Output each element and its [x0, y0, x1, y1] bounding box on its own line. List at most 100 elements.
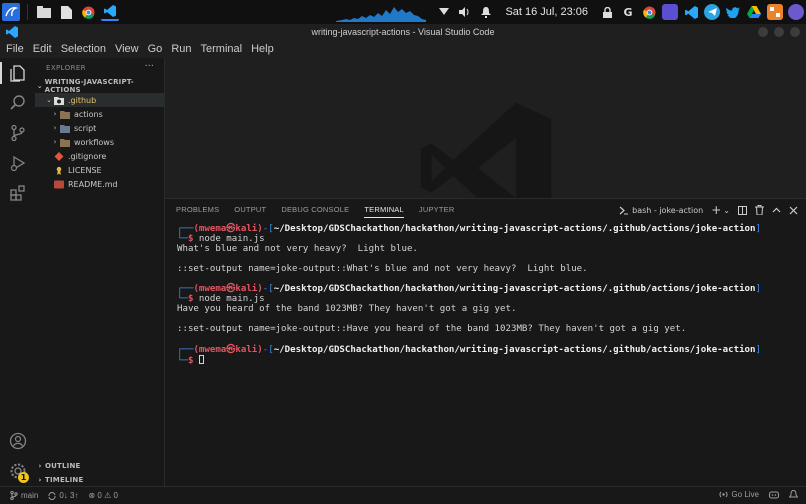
chrome-icon[interactable] [641, 4, 657, 20]
run-debug-icon[interactable] [8, 153, 28, 173]
vscode-icon[interactable] [101, 3, 119, 21]
telegram-icon[interactable] [704, 4, 720, 20]
drive-icon[interactable] [746, 4, 762, 20]
menu-edit[interactable]: Edit [33, 43, 52, 55]
clock[interactable]: Sat 16 Jul, 23:06 [505, 6, 588, 18]
lock-icon[interactable] [599, 4, 615, 20]
menu-file[interactable]: File [6, 43, 24, 55]
tree-item-actions[interactable]: › actions [35, 107, 165, 121]
tree-item-label: README.md [68, 179, 118, 189]
menu-terminal[interactable]: Terminal [201, 43, 243, 55]
volume-icon[interactable] [457, 4, 473, 20]
go-live-button[interactable]: Go Live [719, 490, 759, 499]
source-control-icon[interactable] [8, 123, 28, 143]
tree-item-label: .github [68, 95, 97, 105]
close-button[interactable] [790, 27, 800, 37]
folder-icon [60, 110, 70, 119]
sync-icon [48, 491, 56, 500]
branch-indicator[interactable]: main [10, 491, 38, 500]
markdown-icon [54, 180, 64, 188]
project-section-header[interactable]: ⌄ WRITING-JAVASCRIPT-ACTIONS [35, 78, 165, 94]
tree-item-label: workflows [74, 137, 115, 147]
extensions-icon[interactable] [8, 183, 28, 203]
new-terminal-icon[interactable]: + [711, 203, 721, 217]
git-branch-icon [10, 491, 18, 500]
search-icon[interactable] [8, 93, 28, 113]
screen-icon[interactable] [662, 4, 678, 20]
prompt-user: (mwema㉿kali) [193, 284, 263, 295]
prompt-user: (mwema㉿kali) [193, 344, 263, 355]
bell-icon[interactable] [478, 4, 494, 20]
kali-menu-icon[interactable] [2, 3, 20, 21]
chevron-down-icon[interactable]: ⌄ [723, 206, 730, 215]
sync-indicator[interactable]: 0↓ 3↑ [48, 491, 78, 500]
problems-indicator[interactable]: ⊗ 0 ⚠ 0 [88, 491, 117, 500]
tree-item-workflows[interactable]: › workflows [35, 135, 165, 149]
tab-output[interactable]: OUTPUT [234, 205, 266, 218]
terminal-cursor [198, 354, 204, 364]
tree-item-readme[interactable]: README.md [35, 177, 165, 191]
explorer-sidebar: EXPLORER ··· ⌄ WRITING-JAVASCRIPT-ACTION… [35, 58, 165, 486]
github-folder-icon [54, 96, 64, 105]
command: node main.js [198, 294, 265, 305]
trash-icon[interactable] [755, 205, 764, 215]
tree-item-gitignore[interactable]: .gitignore [35, 149, 165, 163]
panel-tabs: PROBLEMS OUTPUT DEBUG CONSOLE TERMINAL J… [176, 205, 454, 218]
prompt-path: ~/Desktop/GDSChackathon/hackathon/writin… [273, 344, 756, 355]
chevron-right-icon: › [53, 110, 57, 118]
copilot-icon[interactable] [769, 490, 779, 499]
branch-name: main [21, 491, 39, 500]
menu-view[interactable]: View [115, 43, 139, 55]
chevron-down-icon: ⌄ [36, 82, 43, 90]
sync-counts: 0↓ 3↑ [59, 491, 79, 500]
active-indicator [0, 62, 2, 84]
avatar-icon[interactable] [788, 4, 804, 20]
chevron-down-icon[interactable] [436, 4, 452, 20]
git-icon [54, 151, 64, 161]
menu-run[interactable]: Run [171, 43, 191, 55]
folder-icon[interactable] [35, 3, 53, 21]
chrome-icon[interactable] [79, 3, 97, 21]
tree-item-github[interactable]: ⌄ .github [35, 93, 165, 107]
project-name: WRITING-JAVASCRIPT-ACTIONS [44, 78, 134, 94]
timeline-label: TIMELINE [45, 476, 84, 484]
files-icon[interactable] [57, 3, 75, 21]
tab-problems[interactable]: PROBLEMS [176, 205, 219, 218]
prompt-path: ~/Desktop/GDSChackathon/hackathon/writin… [273, 224, 756, 234]
chevron-up-icon[interactable] [772, 206, 781, 215]
split-terminal-icon[interactable] [738, 205, 747, 215]
license-icon [56, 166, 62, 175]
accounts-icon[interactable] [8, 431, 28, 451]
close-icon[interactable] [789, 206, 798, 215]
tab-terminal[interactable]: TERMINAL [364, 205, 404, 218]
tab-debug-console[interactable]: DEBUG CONSOLE [281, 205, 349, 218]
google-icon[interactable]: G [620, 4, 636, 20]
maximize-button[interactable] [774, 27, 784, 37]
menu-help[interactable]: Help [251, 43, 274, 55]
broadcast-icon [719, 491, 728, 498]
tree-item-script[interactable]: › script [35, 121, 165, 135]
app-icon[interactable] [767, 4, 783, 20]
timeline-section-header[interactable]: › TIMELINE [35, 473, 165, 487]
tab-jupyter[interactable]: JUPYTER [419, 205, 455, 218]
folder-icon [60, 138, 70, 147]
title-bar: writing-javascript-actions - Visual Stud… [0, 24, 806, 40]
sidebar-title: EXPLORER [46, 64, 86, 72]
more-actions-icon[interactable]: ··· [144, 61, 154, 72]
explorer-icon[interactable] [8, 63, 28, 83]
vscode-icon[interactable] [683, 4, 699, 20]
minimize-button[interactable] [758, 27, 768, 37]
tree-item-license[interactable]: LICENSE [35, 163, 165, 177]
panel-toolbar: bash - joke-action + ⌄ [619, 203, 798, 217]
go-live-label: Go Live [731, 490, 759, 499]
notification-badge: 1 [18, 472, 29, 483]
chevron-right-icon: › [53, 124, 57, 132]
bell-icon[interactable] [789, 490, 798, 499]
terminal-output[interactable]: ┌──(mwema㉿kali)-[~/Desktop/GDSChackathon… [177, 224, 797, 366]
outline-section-header[interactable]: › OUTLINE [35, 459, 165, 473]
twitter-icon[interactable] [725, 4, 741, 20]
menu-go[interactable]: Go [148, 43, 163, 55]
editor-area[interactable] [165, 58, 806, 234]
menu-selection[interactable]: Selection [61, 43, 106, 55]
terminal-name[interactable]: bash - joke-action [632, 206, 703, 215]
